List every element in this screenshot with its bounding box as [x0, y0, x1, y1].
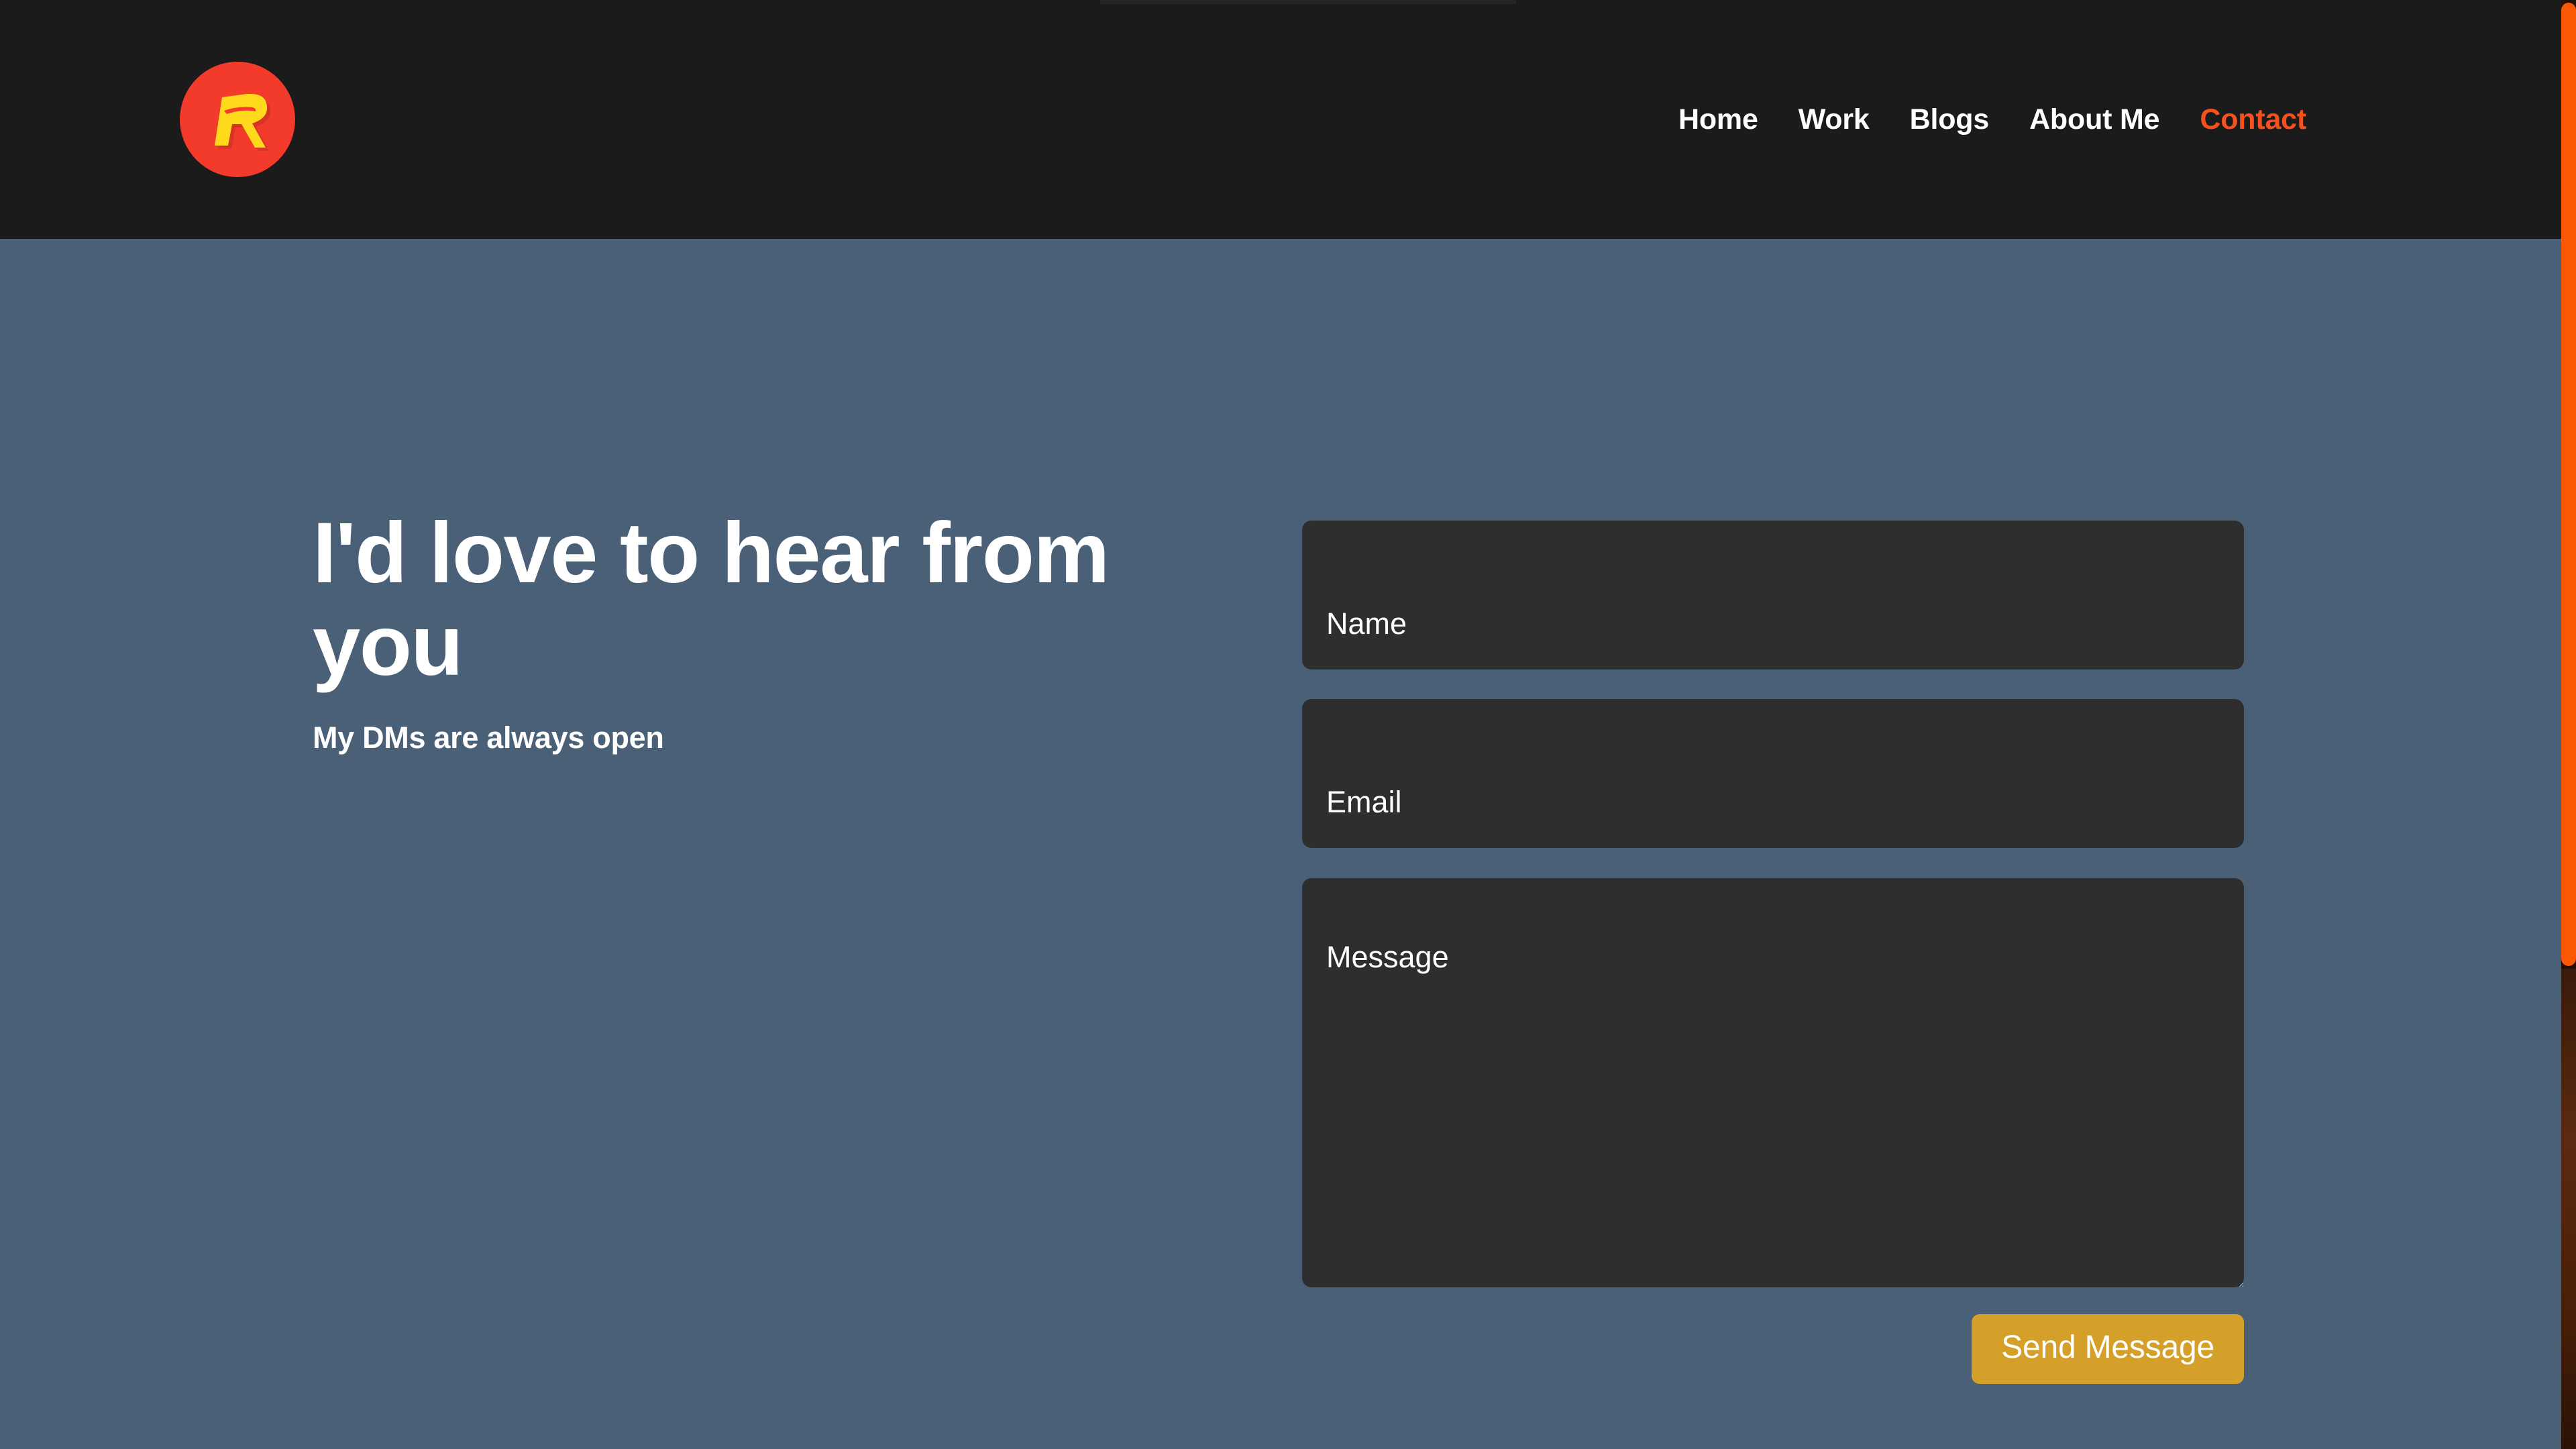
main-nav: Home Work Blogs About Me Contact: [1678, 105, 2306, 134]
form-actions: Send Message: [1302, 1314, 2244, 1384]
site-header: Home Work Blogs About Me Contact: [0, 0, 2561, 239]
contact-layout: I'd love to hear from you My DMs are alw…: [0, 239, 2561, 1449]
scrollbar-track[interactable]: [2561, 969, 2576, 1449]
robin-r-logo-icon[interactable]: [180, 62, 295, 177]
page-subtitle: My DMs are always open: [313, 720, 664, 755]
message-textarea[interactable]: [1302, 878, 2244, 1287]
nav-item-contact[interactable]: Contact: [2200, 105, 2306, 134]
nav-item-blogs[interactable]: Blogs: [1910, 105, 1990, 134]
nav-item-about-me[interactable]: About Me: [2029, 105, 2159, 134]
nav-item-home[interactable]: Home: [1678, 105, 1758, 134]
page-title: I'd love to hear from you: [313, 505, 1110, 694]
contact-section: I'd love to hear from you My DMs are alw…: [0, 239, 2561, 1449]
email-input[interactable]: [1302, 699, 2244, 848]
name-input[interactable]: [1302, 521, 2244, 669]
nav-item-work[interactable]: Work: [1799, 105, 1870, 134]
intro-block: I'd love to hear from you My DMs are alw…: [313, 505, 1185, 755]
contact-form: Send Message: [1302, 521, 2244, 1384]
scrollbar-thumb[interactable]: [2561, 3, 2576, 966]
page-scrollbar[interactable]: [2561, 0, 2576, 1449]
send-message-button[interactable]: Send Message: [1972, 1314, 2244, 1384]
